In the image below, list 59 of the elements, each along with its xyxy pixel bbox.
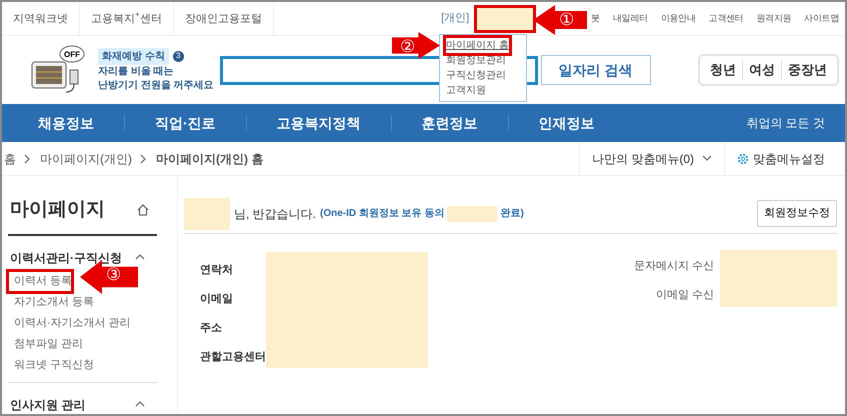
home-icon[interactable]	[137, 204, 149, 216]
menu-item[interactable]: 구직신청관리	[446, 68, 520, 83]
consent-text: (One-ID 회원정보 보유 동의	[320, 207, 444, 221]
breadcrumb-link[interactable]: 마이페이지(개인)	[40, 150, 132, 168]
nav-item[interactable]: 고용복지정책	[246, 115, 392, 131]
sidebar-item[interactable]: 자기소개서 등록	[8, 292, 94, 312]
page-count: 3	[172, 50, 184, 62]
utility-link[interactable]: 고용복지$^{+}$센터	[80, 2, 174, 36]
top-link[interactable]: 봇	[591, 12, 600, 26]
nav-item[interactable]: 훈련정보	[392, 115, 509, 131]
callout-arrow	[533, 5, 587, 35]
banner-text: 자리를 비울 때는	[98, 64, 175, 78]
field-label: 이메일	[200, 292, 234, 307]
audience-link[interactable]: 중장년	[781, 60, 833, 80]
menu-item[interactable]: 회원정보관리	[446, 53, 520, 68]
menu-item[interactable]: 고객지원	[446, 83, 520, 98]
top-link[interactable]: 이용안내	[660, 12, 696, 26]
top-link[interactable]: 사이트맵	[804, 12, 839, 26]
step-number: ③	[106, 264, 121, 286]
callout-arrow	[392, 32, 440, 59]
top-link[interactable]: 고객센터	[708, 12, 744, 26]
nav-item[interactable]: 직업·진로	[125, 115, 247, 131]
field-label: 연락처	[200, 263, 234, 278]
audience-link[interactable]: 청년	[704, 60, 742, 80]
field-label: 문자메시지 수신	[634, 259, 714, 274]
custom-menu-dropdown[interactable]: 나만의 맞춤메뉴(0)	[579, 142, 724, 176]
sidebar-title: 마이페이지	[10, 198, 105, 222]
greeting-text: 님, 반갑습니다.	[234, 206, 316, 222]
section-title[interactable]: 이력서관리·구직신청	[10, 248, 122, 266]
step-number: ①	[559, 9, 574, 31]
edit-profile-button[interactable]: 회원정보수정	[757, 200, 837, 227]
utility-link[interactable]: 장애인고용포털	[174, 2, 274, 36]
sidebar-item[interactable]: 워크넷 구직신청	[8, 354, 94, 376]
top-link[interactable]: 원격지원	[756, 12, 792, 26]
menu-item[interactable]: 마이페이지 홈	[446, 38, 509, 53]
breadcrumb-link[interactable]: 홈	[4, 150, 16, 168]
utility-link[interactable]: 지역워크넷	[2, 2, 80, 36]
breadcrumb-link[interactable]: 마이페이지(개인) 홈	[156, 150, 264, 168]
nav-item[interactable]: 인재정보	[508, 115, 625, 131]
settings-link[interactable]: 맞춤메뉴설정	[724, 142, 837, 176]
sidebar-item[interactable]: 이력서·자기소개서 관리	[8, 312, 131, 334]
search-button[interactable]: 일자리 검색	[540, 55, 651, 85]
consent-text: 완료)	[500, 207, 524, 221]
sidebar-item[interactable]: 이력서 등록	[8, 270, 72, 292]
nav-item[interactable]: 취업의 모든 것	[716, 115, 845, 131]
field-label: 주소	[200, 321, 223, 336]
sidebar-item[interactable]: 첨부파일 관리	[8, 334, 84, 354]
field-label: 관할고용센터	[200, 350, 266, 365]
settings-icon	[737, 152, 749, 164]
banner-text: 난방기기 전원을 꺼주세요	[98, 78, 214, 92]
nav-item[interactable]: 채용정보	[2, 115, 125, 131]
audience-link[interactable]: 여성	[742, 60, 781, 80]
top-link[interactable]: 내일레터	[612, 12, 648, 26]
step-number: ②	[400, 36, 415, 58]
account-label[interactable]: [개인]	[441, 10, 470, 27]
field-label: 이메일 수신	[654, 288, 714, 303]
section-title[interactable]: 인사지원 관리	[10, 396, 86, 414]
banner-badge[interactable]: 화재예방 수칙	[98, 48, 169, 64]
chevron-down-icon	[702, 154, 712, 164]
